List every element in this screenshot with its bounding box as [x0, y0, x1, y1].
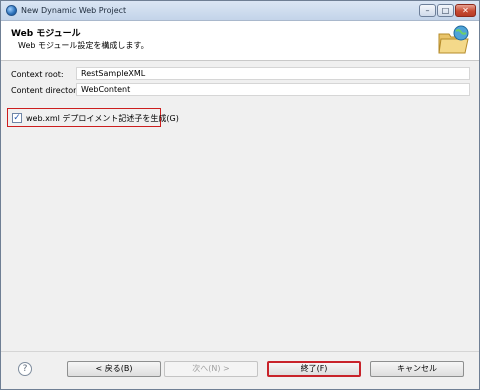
eclipse-app-icon [6, 5, 17, 16]
generate-web-xml-checkbox[interactable]: ✓ [12, 113, 22, 123]
minimize-button[interactable]: – [419, 4, 436, 17]
content-directory-input[interactable]: WebContent [76, 83, 470, 96]
close-button[interactable]: ✕ [455, 4, 476, 17]
wizard-header: Web モジュール Web モジュール設定を構成します。 [1, 21, 479, 61]
page-title: Web モジュール [11, 29, 81, 39]
back-button[interactable]: < 戻る(B) [67, 361, 161, 377]
context-root-input[interactable]: RestSampleXML [76, 67, 470, 80]
cancel-button[interactable]: キャンセル [370, 361, 464, 377]
next-button[interactable]: 次へ(N) > [164, 361, 258, 377]
window-title: New Dynamic Web Project [21, 6, 127, 15]
title-bar[interactable]: New Dynamic Web Project – □ ✕ [1, 1, 479, 21]
finish-button[interactable]: 終了(F) [267, 361, 361, 377]
context-root-label: Context root: [11, 70, 64, 79]
content-directory-label: Content directory: [11, 86, 84, 95]
maximize-button[interactable]: □ [437, 4, 454, 17]
generate-web-xml-label[interactable]: web.xml デプロイメント記述子を生成(G) [26, 113, 179, 124]
generate-web-xml-checkbox-row[interactable]: ✓ web.xml デプロイメント記述子を生成(G) [7, 108, 179, 127]
help-icon[interactable]: ? [18, 362, 32, 376]
page-description: Web モジュール設定を構成します。 [18, 41, 149, 50]
web-project-folder-icon [438, 25, 469, 54]
dialog-window: New Dynamic Web Project – □ ✕ Web モジュール … [0, 0, 480, 390]
footer-divider [1, 351, 479, 352]
